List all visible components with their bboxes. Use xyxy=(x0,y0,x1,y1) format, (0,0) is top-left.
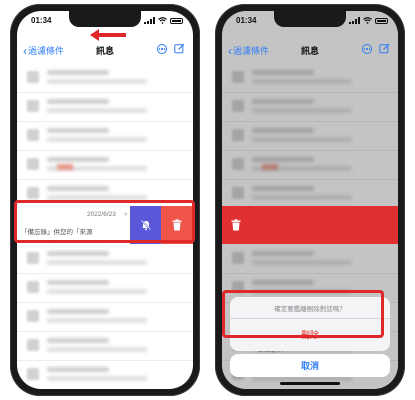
battery-icon xyxy=(375,17,388,24)
wifi-icon xyxy=(363,17,372,24)
cellular-signal-icon xyxy=(349,17,360,24)
message-row[interactable] xyxy=(17,273,193,303)
swiped-delete-row[interactable] xyxy=(222,206,398,244)
compose-icon[interactable] xyxy=(379,43,390,54)
highlight-box xyxy=(222,290,384,338)
more-options-icon[interactable] xyxy=(157,44,167,54)
swipe-arrow-annotation xyxy=(90,29,126,41)
home-indicator xyxy=(280,382,340,385)
notch xyxy=(69,11,141,27)
compose-icon[interactable] xyxy=(174,43,185,54)
message-row[interactable] xyxy=(17,331,193,361)
highlight-box xyxy=(14,200,195,243)
wifi-icon xyxy=(158,17,167,24)
cancel-button[interactable]: 取消 xyxy=(230,354,390,377)
nav-bar: ‹ 過濾條件 訊息 xyxy=(222,41,398,61)
trash-icon xyxy=(231,219,241,231)
notch xyxy=(274,11,346,27)
right-phone: 01:34 ‹ 過濾條件 訊息 確定要鑑離刪除對話嗎？ 刪除 取消 xyxy=(215,4,405,396)
message-row[interactable] xyxy=(17,63,193,93)
message-row[interactable] xyxy=(17,244,193,274)
status-time: 01:34 xyxy=(31,16,52,25)
message-row[interactable] xyxy=(17,92,193,122)
cellular-signal-icon xyxy=(144,17,155,24)
left-phone: 01:34 ‹ 過濾條件 訊息 2022/6/23 > 「備忘錄」供您的「來源 xyxy=(10,4,200,396)
message-row[interactable] xyxy=(17,121,193,151)
status-time: 01:34 xyxy=(236,16,257,25)
battery-icon xyxy=(170,17,183,24)
message-row[interactable] xyxy=(17,150,193,180)
message-row[interactable] xyxy=(17,360,193,389)
more-options-icon[interactable] xyxy=(362,44,372,54)
message-row[interactable] xyxy=(17,302,193,332)
nav-bar: ‹ 過濾條件 訊息 xyxy=(17,41,193,61)
